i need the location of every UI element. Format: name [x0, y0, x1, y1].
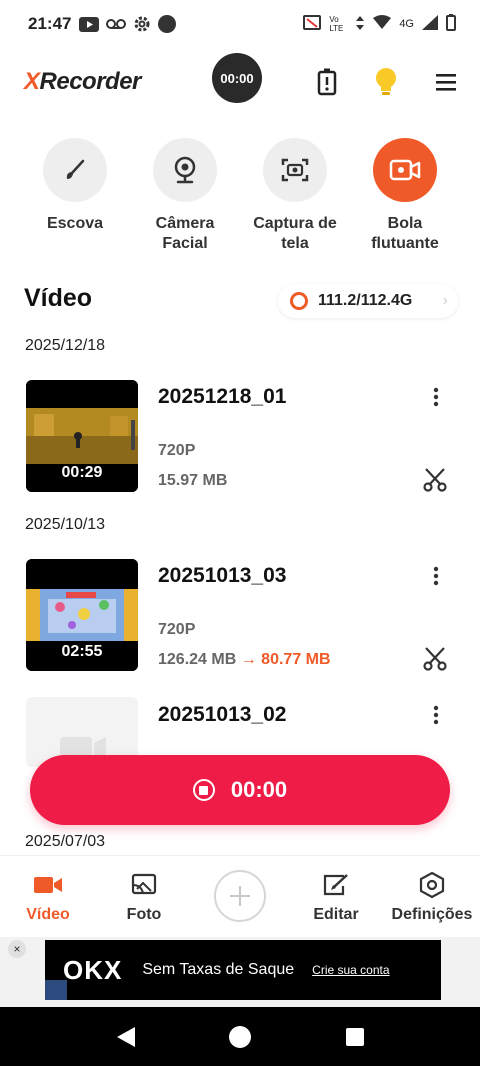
video-size: 126.24 MB — [158, 651, 237, 668]
video-thumbnail[interactable]: 02:55 — [26, 559, 138, 671]
settings-icon — [384, 870, 480, 900]
more-options-icon[interactable] — [424, 385, 448, 409]
video-title[interactable]: 20251013_02 — [158, 703, 286, 727]
notification-dot-icon — [158, 15, 177, 33]
photo-icon — [96, 870, 192, 900]
youtube-icon — [79, 16, 100, 32]
nav-label: Editar — [313, 906, 359, 923]
menu-icon[interactable] — [432, 66, 460, 98]
video-size: 15.97 MB — [158, 472, 228, 489]
video-title[interactable]: 20251218_01 — [158, 385, 286, 409]
arrow-right-icon: → — [240, 651, 257, 668]
ad-banner[interactable]: OKX Sem Taxas de Saque Crie sua conta — [45, 940, 441, 1000]
nav-settings[interactable]: Definições — [384, 870, 480, 924]
logo-text: Recorder — [39, 68, 142, 95]
nav-video[interactable]: Vídeo — [0, 870, 96, 924]
plus-icon — [230, 886, 250, 906]
edit-icon — [288, 870, 384, 900]
network-label: 4G — [399, 18, 414, 30]
home-icon[interactable] — [226, 1023, 254, 1051]
floating-ball-icon[interactable] — [373, 138, 437, 202]
video-resolution: 720P — [158, 442, 196, 459]
ad-choices-icon[interactable] — [45, 980, 67, 1000]
record-icon — [192, 779, 215, 801]
floating-timer[interactable]: 00:00 — [212, 53, 262, 103]
record-button[interactable]: 00:00 — [30, 755, 450, 825]
logo-x: X — [24, 68, 40, 95]
ad-cta[interactable]: Crie sua conta — [312, 963, 389, 977]
status-right: Vo LTE 4G — [303, 14, 456, 34]
nav-label: Vídeo — [26, 906, 70, 923]
status-time: 21:47 — [28, 14, 72, 33]
video-duration: 00:29 — [61, 464, 103, 481]
video-size-row: 126.24 MB → 80.77 MB — [158, 651, 331, 669]
storage-text: 111.2/112.4G — [318, 292, 413, 309]
tool-brush[interactable]: Escova — [25, 138, 125, 234]
tool-label: Bola flutuante — [371, 215, 439, 252]
section-title: Vídeo — [24, 284, 93, 312]
tool-screenshot[interactable]: Captura de tela — [245, 138, 345, 254]
ad-logo: OKX — [63, 954, 123, 985]
video-thumbnail[interactable]: 00:29 — [26, 380, 138, 492]
nav-edit[interactable]: Editar — [288, 870, 384, 924]
data-arrows-icon — [355, 15, 365, 34]
date-label: 2025/07/03 — [25, 833, 106, 850]
more-options-icon[interactable] — [424, 564, 448, 588]
video-duration: 02:55 — [61, 643, 103, 660]
nav-label: Definições — [391, 906, 473, 923]
status-bar: 21:47 Vo LTE 4G — [0, 0, 480, 48]
ad-text: Sem Taxas de Saque — [142, 961, 295, 978]
chevron-right-icon: › — [442, 292, 448, 309]
date-label: 2025/12/18 — [25, 337, 106, 354]
tool-label: Captura de tela — [253, 215, 337, 252]
tool-label: Escova — [46, 215, 104, 232]
video-icon — [0, 870, 96, 900]
record-button-label: 00:00 — [230, 777, 288, 802]
tool-floating-ball[interactable]: Bola flutuante — [355, 138, 455, 254]
screenshot-icon[interactable] — [263, 138, 327, 202]
signal-icon — [422, 15, 438, 33]
system-nav-bar — [0, 1007, 480, 1066]
lightbulb-icon[interactable] — [372, 66, 400, 98]
recents-icon[interactable] — [341, 1023, 369, 1051]
brush-icon[interactable] — [43, 138, 107, 202]
nav-photo[interactable]: Foto — [96, 870, 192, 924]
back-icon[interactable] — [112, 1023, 140, 1051]
battery-icon — [446, 14, 456, 34]
tool-facecam[interactable]: Câmera Facial — [135, 138, 235, 254]
video-resolution: 720P — [158, 621, 196, 638]
voicemail-icon — [106, 18, 127, 30]
add-button[interactable] — [214, 870, 266, 922]
tool-label: Câmera Facial — [155, 215, 215, 252]
webcam-icon[interactable] — [153, 138, 217, 202]
date-label: 2025/10/13 — [25, 516, 106, 533]
ad-close-button[interactable]: × — [8, 940, 26, 958]
trim-scissors-icon[interactable] — [421, 465, 449, 493]
cast-icon — [303, 14, 322, 34]
volte-label: Vo LTE — [329, 15, 344, 33]
video-compressed-size: 80.77 MB — [261, 651, 331, 668]
storage-ring-icon — [290, 292, 308, 310]
gear-icon — [133, 15, 151, 33]
wifi-icon — [373, 15, 392, 33]
nav-label: Foto — [126, 906, 162, 923]
app-logo: XRecorder — [24, 68, 141, 96]
video-title[interactable]: 20251013_03 — [158, 564, 286, 588]
battery-warning-icon[interactable] — [313, 66, 341, 98]
more-options-icon[interactable] — [424, 703, 448, 727]
storage-indicator[interactable]: 111.2/112.4G › — [278, 284, 458, 318]
trim-scissors-icon[interactable] — [421, 644, 449, 672]
